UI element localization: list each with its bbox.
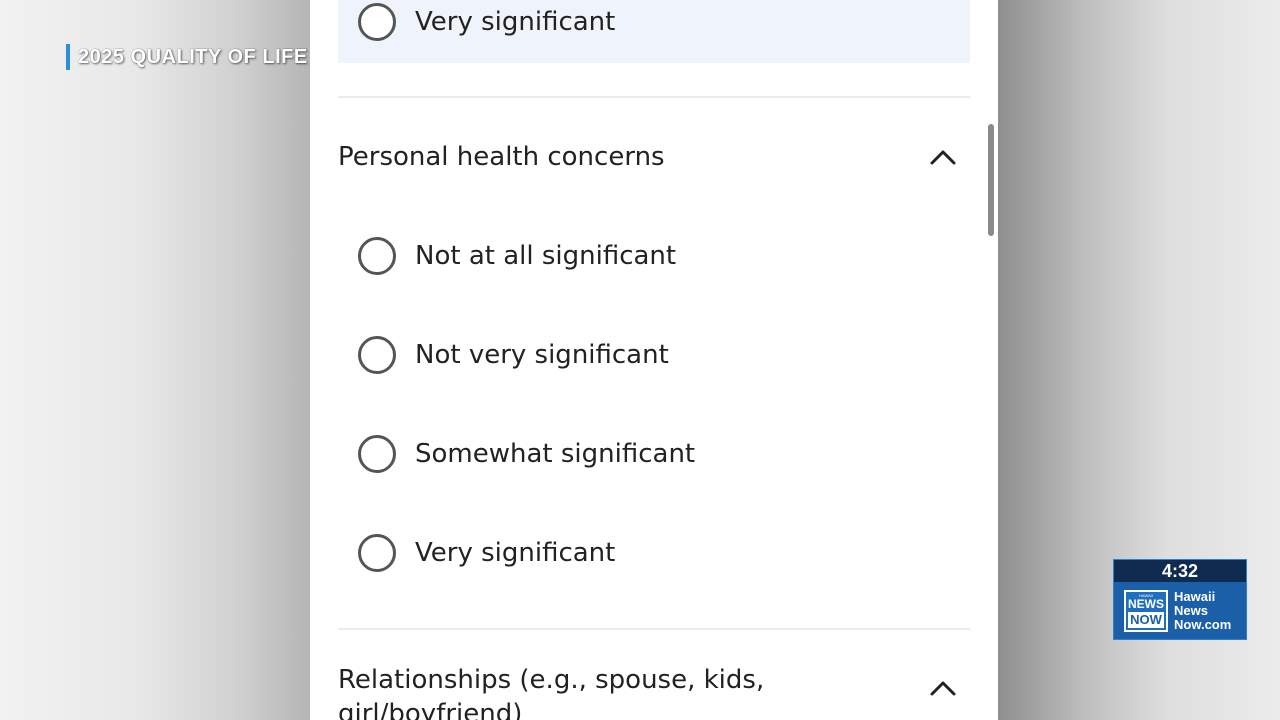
radio-option-somewhat-significant[interactable]: Somewhat significant bbox=[358, 432, 695, 476]
radio-button[interactable] bbox=[358, 534, 396, 572]
station-line-2: News bbox=[1174, 603, 1208, 618]
question-title-relationships: Relationships (e.g., spouse, kids, bbox=[338, 665, 765, 695]
radio-button[interactable] bbox=[358, 336, 396, 374]
station-line-1: Hawaii bbox=[1174, 589, 1216, 604]
chevron-up-icon[interactable] bbox=[928, 142, 958, 172]
station-name: Hawaii News Now.com bbox=[1174, 590, 1246, 632]
logo-news-text: NEWS bbox=[1128, 597, 1164, 611]
broadcast-time: 4:32 bbox=[1114, 560, 1246, 582]
radio-button[interactable] bbox=[358, 435, 396, 473]
background-left bbox=[0, 0, 310, 720]
broadcast-badge: 4:32 HAWAII NEWS NOW Hawaii News Now.com bbox=[1113, 559, 1247, 640]
radio-option-very-significant[interactable]: Very significant bbox=[358, 531, 615, 575]
question-divider bbox=[338, 96, 970, 98]
option-label: Very significant bbox=[415, 7, 616, 37]
question-divider bbox=[338, 628, 970, 630]
question-title-personal-health: Personal health concerns bbox=[338, 142, 665, 172]
radio-option-very-significant-previous[interactable]: Very significant bbox=[358, 0, 615, 44]
scrollbar-thumb[interactable] bbox=[988, 124, 994, 236]
option-label: Not at all significant bbox=[415, 241, 677, 271]
option-label: Somewhat significant bbox=[415, 439, 696, 469]
radio-option-not-very-significant[interactable]: Not very significant bbox=[358, 333, 669, 377]
overlay-accent-bar bbox=[66, 44, 70, 70]
radio-button[interactable] bbox=[358, 237, 396, 275]
question-title-relationships-line2: girl/boyfriend) bbox=[338, 699, 523, 720]
news-now-logo: HAWAII NEWS NOW bbox=[1124, 590, 1168, 632]
station-line-3: Now.com bbox=[1174, 617, 1232, 632]
chevron-up-icon[interactable] bbox=[928, 673, 958, 703]
logo-now-text: NOW bbox=[1128, 612, 1164, 628]
option-label: Very significant bbox=[415, 538, 616, 568]
radio-button[interactable] bbox=[358, 3, 396, 41]
survey-screen: Very significant Personal health concern… bbox=[310, 0, 998, 720]
option-label: Not very significant bbox=[415, 340, 669, 370]
radio-option-not-at-all-significant[interactable]: Not at all significant bbox=[358, 234, 676, 278]
